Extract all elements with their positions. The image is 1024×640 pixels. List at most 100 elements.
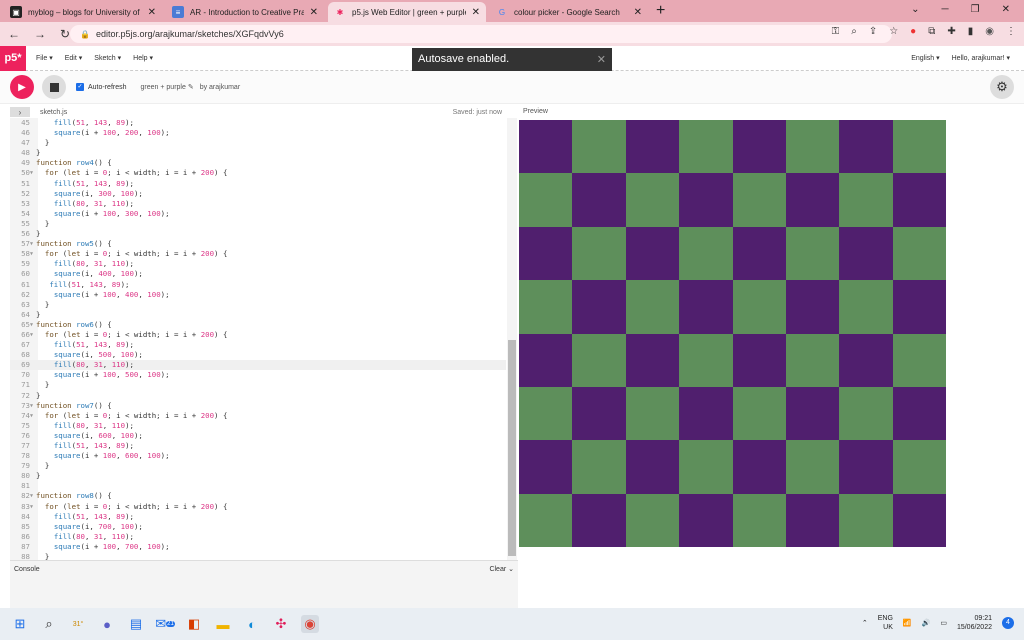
code-line[interactable]: 51 fill(51, 143, 89);: [10, 179, 506, 189]
code-line[interactable]: 77 fill(51, 143, 89);: [10, 441, 506, 451]
code-content[interactable]: 45 fill(51, 143, 89); 46 square(i + 100, …: [10, 118, 506, 560]
clock[interactable]: 09:21 15/06/2022: [957, 614, 992, 632]
code-line[interactable]: 74 ▼ for (let i = 0; i < width; i = i + 2…: [10, 411, 506, 421]
browser-tab[interactable]: ▣ myblog – blogs for University of ✕: [4, 2, 162, 22]
menu-item[interactable]: Sketch ▾: [94, 54, 121, 62]
code-line[interactable]: 68 square(i, 500, 100);: [10, 350, 506, 360]
code-line[interactable]: 76 square(i, 600, 100);: [10, 431, 506, 441]
settings-gear-button[interactable]: ⚙: [990, 75, 1014, 99]
weather-icon[interactable]: 31°: [69, 615, 87, 633]
zoom-icon[interactable]: ⌕: [851, 26, 857, 37]
code-line[interactable]: 82 ▼ function row8() {: [10, 491, 506, 501]
code-line[interactable]: 50 ▼ for (let i = 0; i < width; i = i + 2…: [10, 168, 506, 178]
stop-button[interactable]: [42, 75, 66, 99]
tab-close-icon[interactable]: ✕: [634, 7, 642, 18]
code-line[interactable]: 62 square(i + 100, 400, 100);: [10, 290, 506, 300]
code-line[interactable]: 80}: [10, 471, 506, 481]
code-line[interactable]: 54 square(i + 100, 300, 100);: [10, 209, 506, 219]
code-line[interactable]: 66 ▼ for (let i = 0; i < width; i = i + 2…: [10, 330, 506, 340]
menu-item[interactable]: File ▾: [36, 54, 53, 62]
code-line[interactable]: 81: [10, 481, 506, 491]
code-line[interactable]: 65 ▼ function row6() {: [10, 320, 506, 330]
code-line[interactable]: 56}: [10, 229, 506, 239]
reload-icon[interactable]: ↻: [60, 27, 70, 41]
code-line[interactable]: 86 fill(80, 31, 110);: [10, 532, 506, 542]
browser-tab[interactable]: ✱ p5.js Web Editor | green + purple ✕: [328, 2, 486, 22]
windows-start-icon[interactable]: ⊞: [11, 615, 29, 633]
key-icon[interactable]: ⚿: [832, 26, 840, 37]
editor-scrollbar[interactable]: [507, 118, 517, 560]
code-line[interactable]: 85 square(i, 700, 100);: [10, 522, 506, 532]
code-line[interactable]: 63 }: [10, 300, 506, 310]
toast-close-icon[interactable]: ✕: [597, 53, 606, 66]
checkbox-checked-icon[interactable]: ✓: [76, 83, 84, 91]
preview-canvas[interactable]: [519, 120, 946, 547]
forward-icon[interactable]: →: [34, 27, 46, 41]
code-line[interactable]: 59 fill(80, 31, 110);: [10, 259, 506, 269]
browser-tab[interactable]: Gcolour picker - Google Search ✕: [490, 2, 648, 22]
search-icon[interactable]: ⌕: [40, 615, 58, 633]
code-line[interactable]: 48}: [10, 148, 506, 158]
code-line[interactable]: 60 square(i, 400, 100);: [10, 269, 506, 279]
code-line[interactable]: 49 function row4() {: [10, 158, 506, 168]
chevron-down-icon[interactable]: ⌄: [508, 566, 514, 573]
console-clear-button[interactable]: Clear ⌄: [489, 565, 514, 573]
tab-close-icon[interactable]: ✕: [310, 7, 318, 18]
code-line[interactable]: 47 }: [10, 138, 506, 148]
url-bar[interactable]: 🔒 editor.p5js.org/arajkumar/sketches/XGF…: [70, 25, 892, 43]
code-line[interactable]: 46 square(i + 100, 200, 100);: [10, 128, 506, 138]
user-menu[interactable]: Hello, arajkumar! ▾: [952, 54, 1010, 62]
close-window-icon[interactable]: ✕: [1002, 4, 1010, 15]
auto-refresh-toggle[interactable]: ✓ Auto-refresh: [76, 83, 127, 91]
code-line[interactable]: 79 }: [10, 461, 506, 471]
code-line[interactable]: 45 fill(51, 143, 89);: [10, 118, 506, 128]
code-line[interactable]: 55 }: [10, 219, 506, 229]
tab-close-icon[interactable]: ✕: [472, 7, 480, 18]
edge-icon[interactable]: ◐: [243, 615, 261, 633]
sketch-name[interactable]: green + purple ✎: [141, 83, 194, 91]
code-line[interactable]: 64}: [10, 310, 506, 320]
menu-item[interactable]: Help ▾: [133, 54, 153, 62]
scrollbar-thumb[interactable]: [508, 340, 516, 556]
restore-icon[interactable]: ❐: [971, 4, 980, 15]
new-tab-button[interactable]: +: [656, 2, 665, 20]
back-icon[interactable]: ←: [8, 27, 20, 41]
minimize-icon[interactable]: ─: [942, 4, 949, 15]
code-line[interactable]: 57 ▼ function row5() {: [10, 239, 506, 249]
volume-icon[interactable]: 🔊: [922, 619, 931, 627]
code-line[interactable]: 52 square(i, 300, 100);: [10, 189, 506, 199]
slack-icon[interactable]: ✣: [272, 615, 290, 633]
file-name[interactable]: sketch.js: [40, 109, 67, 116]
code-line[interactable]: 87 square(i + 100, 700, 100);: [10, 542, 506, 552]
code-line[interactable]: 61 fill(51, 143, 89);: [10, 280, 506, 290]
office-icon[interactable]: ◧: [185, 615, 203, 633]
code-line[interactable]: 69 fill(80, 31, 110);: [10, 360, 506, 371]
adblock-icon[interactable]: ●: [910, 26, 916, 37]
tray-chevron-up-icon[interactable]: ⌃: [862, 619, 868, 627]
code-line[interactable]: 75 fill(80, 31, 110);: [10, 421, 506, 431]
code-line[interactable]: 73 ▼ function row7() {: [10, 401, 506, 411]
code-line[interactable]: 88 }: [10, 552, 506, 560]
code-editor[interactable]: 45 fill(51, 143, 89); 46 square(i + 100, …: [10, 118, 518, 560]
code-line[interactable]: 70 square(i + 100, 500, 100);: [10, 370, 506, 380]
wifi-icon[interactable]: 📶: [903, 619, 912, 627]
store-icon[interactable]: ▤: [127, 615, 145, 633]
extension-icon[interactable]: ⧉: [928, 26, 935, 37]
share-icon[interactable]: ⇪: [869, 26, 877, 37]
menu-item[interactable]: Edit ▾: [65, 54, 83, 62]
code-line[interactable]: 78 square(i + 100, 600, 100);: [10, 451, 506, 461]
battery-icon[interactable]: ▭: [940, 619, 947, 627]
input-language[interactable]: ENG UK: [878, 614, 893, 632]
play-button[interactable]: ▶: [10, 75, 34, 99]
browser-menu-icon[interactable]: ⋮: [1006, 26, 1016, 37]
code-line[interactable]: 83 ▼ for (let i = 0; i < width; i = i + 2…: [10, 502, 506, 512]
tab-search-chevron-icon[interactable]: ⌄: [911, 4, 919, 15]
code-line[interactable]: 53 fill(80, 31, 110);: [10, 199, 506, 209]
code-line[interactable]: 67 fill(51, 143, 89);: [10, 340, 506, 350]
tab-close-icon[interactable]: ✕: [148, 7, 156, 18]
puzzle-icon[interactable]: ✚: [947, 26, 955, 37]
chrome-icon[interactable]: ◉: [301, 615, 319, 633]
p5-logo[interactable]: p5*: [0, 45, 26, 71]
expand-sidebar-chevron-icon[interactable]: ›: [10, 107, 30, 117]
language-select[interactable]: English ▾: [911, 54, 939, 62]
